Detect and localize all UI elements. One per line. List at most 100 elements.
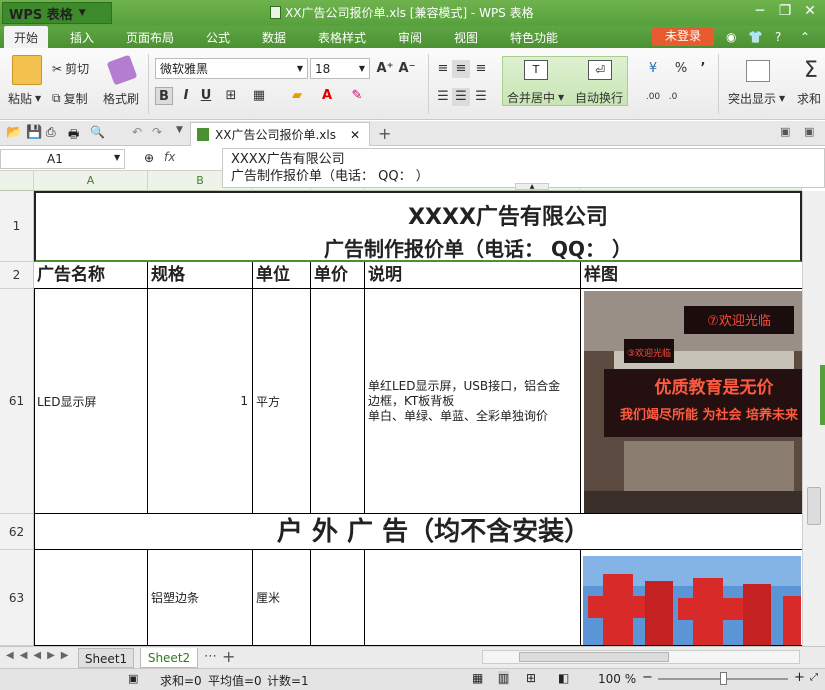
outdoor-section-cell[interactable]: 户 外 广 告（均不含安装） <box>34 514 802 550</box>
font-name-select[interactable]: 微软雅黑 ▼ <box>155 58 308 79</box>
collapse-handle-icon[interactable]: ▲ <box>515 183 549 190</box>
fill-color-icon[interactable]: ▰ <box>288 87 306 105</box>
cell-desc-63[interactable] <box>365 550 581 646</box>
sum-button[interactable]: 求和 <box>797 90 821 107</box>
tab-special[interactable]: 特色功能 <box>510 29 558 46</box>
percent-button[interactable]: % <box>672 60 690 78</box>
undo-icon[interactable]: ↶ <box>132 125 142 139</box>
merge-style-icon[interactable]: ▦ <box>250 87 268 105</box>
close-icon[interactable]: ✕ <box>798 3 822 19</box>
add-sheet-icon[interactable]: + <box>222 647 235 666</box>
tab-list-icon[interactable]: ▣ <box>780 125 790 138</box>
align-bottom-icon[interactable]: ≡ <box>472 60 490 78</box>
tab-table-style[interactable]: 表格样式 <box>318 29 366 46</box>
increase-decimal-icon[interactable]: .00 <box>644 88 662 106</box>
tab-options-icon[interactable]: ▣ <box>804 125 814 138</box>
tab-insert[interactable]: 插入 <box>70 29 94 46</box>
formula-input[interactable]: XXXX广告有限公司 广告制作报价单（电话： QQ： ） ▲ <box>222 148 825 190</box>
redo-icon[interactable]: ↷ <box>152 125 162 139</box>
more-sheets-icon[interactable]: ⋯ <box>204 649 217 664</box>
fullscreen-icon[interactable]: ⤢ <box>810 672 818 683</box>
align-middle-icon[interactable]: ≡ <box>452 60 470 78</box>
borders-icon[interactable]: ⊞ <box>222 87 240 105</box>
header-description[interactable]: 说明 <box>365 262 581 289</box>
normal-view-icon[interactable]: ▦ <box>472 671 483 685</box>
column-header-a[interactable]: A <box>34 171 148 191</box>
sheet-tab-1[interactable]: Sheet1 <box>78 648 134 668</box>
cell-unit-63[interactable]: 厘米 <box>253 550 311 646</box>
help-icon[interactable]: ? <box>775 30 781 44</box>
horizontal-scroll-thumb[interactable] <box>519 652 669 662</box>
zoom-out-icon[interactable]: − <box>642 670 653 685</box>
paste-button[interactable]: 粘贴 ▼ <box>8 90 41 107</box>
title-cell[interactable]: XXXX广告有限公司 广告制作报价单（电话： QQ： ） <box>34 191 802 262</box>
align-right-icon[interactable]: ☰ <box>472 88 490 106</box>
font-color-icon[interactable]: A <box>318 87 336 105</box>
new-tab-icon[interactable]: + <box>378 124 391 143</box>
zoom-in-icon[interactable]: + <box>794 670 805 685</box>
copy-button[interactable]: ⧉ 复制 <box>52 90 88 107</box>
paste-icon[interactable] <box>12 55 42 85</box>
sheet-nav-arrows-icon[interactable]: ◀◀◀▶▶ <box>6 650 74 661</box>
document-tab[interactable]: XX广告公司报价单.xls ✕ <box>190 122 370 146</box>
header-price[interactable]: 单价 <box>311 262 365 289</box>
cell-desc-led[interactable]: 单红LED显示屏，USB接口，铝合金 边框，KT板背板 单白、单绿、单蓝、全彩单… <box>365 289 581 514</box>
wrap-text-button[interactable]: 自动换行 <box>575 89 623 106</box>
header-spec[interactable]: 规格 <box>148 262 253 289</box>
cell-spec-63[interactable]: 铝塑边条 <box>148 550 253 646</box>
thousands-button[interactable]: ’ <box>694 60 712 78</box>
row-header-61[interactable]: 61 <box>0 289 34 514</box>
header-name[interactable]: 广告名称 <box>34 262 148 289</box>
zoom-search-icon[interactable]: ⊕ <box>144 151 154 165</box>
sheet-tab-2[interactable]: Sheet2 <box>140 648 198 668</box>
merge-center-button[interactable]: 合并居中 ▼ <box>507 89 564 106</box>
align-left-icon[interactable]: ☰ <box>434 88 452 106</box>
skin-icon[interactable]: ◉ <box>726 30 736 44</box>
chevron-down-icon[interactable]: ▼ <box>114 153 120 162</box>
select-all-corner[interactable] <box>0 171 34 191</box>
tab-home[interactable]: 开始 <box>4 26 49 48</box>
vertical-scroll-thumb[interactable] <box>807 487 821 525</box>
align-top-icon[interactable]: ≡ <box>434 60 452 78</box>
tab-review[interactable]: 审阅 <box>398 29 422 46</box>
customize-icon[interactable]: ▼ <box>176 125 183 135</box>
cell-unit-led[interactable]: 平方 <box>253 289 311 514</box>
print-preview-icon[interactable]: 🔍 <box>90 125 105 139</box>
cell-sample-led[interactable]: ⑦欢迎光临 ③欢迎光临 优质教育是无价 我们竭尽所能 为社会 培养未来 <box>581 289 802 514</box>
cell-name-63[interactable] <box>34 550 148 646</box>
tab-data[interactable]: 数据 <box>262 29 286 46</box>
cell-sample-63[interactable] <box>581 550 802 646</box>
tab-page-layout[interactable]: 页面布局 <box>126 29 174 46</box>
save-icon[interactable]: 💾 <box>26 125 42 140</box>
horizontal-scrollbar[interactable] <box>482 650 800 664</box>
highlight-button[interactable]: 突出显示 ▼ <box>728 90 785 107</box>
italic-button[interactable]: I <box>177 87 195 105</box>
cell-price-led[interactable] <box>311 289 365 514</box>
app-menu-button[interactable]: WPS 表格 ▼ <box>2 2 112 24</box>
underline-button[interactable]: U <box>197 87 215 105</box>
decrease-font-icon[interactable]: A⁻ <box>398 60 416 78</box>
cell-price-63[interactable] <box>311 550 365 646</box>
shirt-icon[interactable]: 👕 <box>748 30 763 44</box>
format-painter-button[interactable]: 格式刷 <box>103 90 139 107</box>
tab-formulas[interactable]: 公式 <box>206 29 230 46</box>
expand-icon[interactable]: ⌃ <box>800 30 810 44</box>
page-layout-view-icon[interactable]: ▥ <box>498 671 510 685</box>
cell-spec-led[interactable]: 1 <box>148 289 253 514</box>
reading-mode-icon[interactable]: ◧ <box>558 671 569 685</box>
tab-view[interactable]: 视图 <box>454 29 478 46</box>
minimize-icon[interactable]: ─ <box>748 3 772 19</box>
row-header-62[interactable]: 62 <box>0 514 34 550</box>
restore-icon[interactable]: ❐ <box>773 3 797 19</box>
zoom-slider-thumb[interactable] <box>720 672 727 685</box>
header-sample[interactable]: 样图 <box>581 262 802 289</box>
row-header-2[interactable]: 2 <box>0 262 34 289</box>
close-tab-icon[interactable]: ✕ <box>350 128 360 142</box>
open-icon[interactable]: 📂 <box>6 125 22 140</box>
side-panel-handle[interactable] <box>820 365 825 425</box>
cut-button[interactable]: ✂ 剪切 <box>52 60 89 77</box>
print-icon[interactable]: 🖶 <box>68 125 79 146</box>
export-pdf-icon[interactable]: ⎙ <box>46 125 56 140</box>
function-button[interactable]: fx <box>164 150 175 164</box>
clear-format-icon[interactable]: ✎ <box>348 87 366 105</box>
